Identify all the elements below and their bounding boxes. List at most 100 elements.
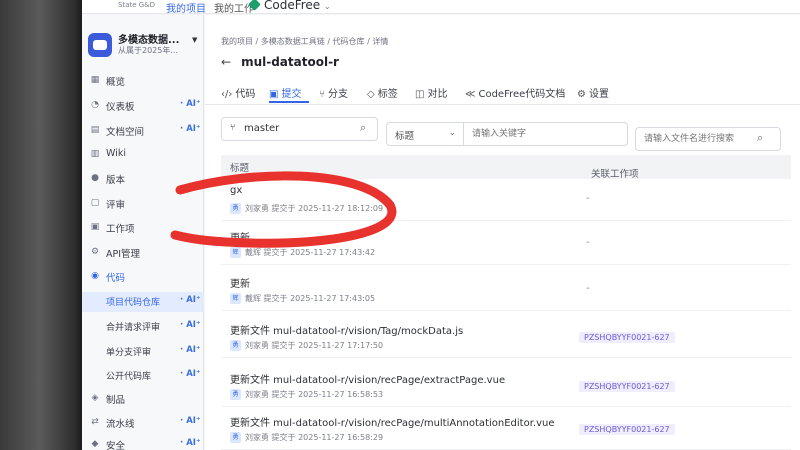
commit-title[interactable]: 更新 — [230, 229, 250, 244]
nav-my-work[interactable]: 我的工作 — [214, 0, 254, 15]
back-arrow-icon[interactable]: ← — [221, 55, 231, 69]
field-select-value: 标题 — [395, 131, 415, 142]
sidebar-item-wiki[interactable]: ▥ Wiki — [82, 145, 204, 165]
tab-code[interactable]: ‹/› 代码 — [221, 85, 255, 100]
document-icon: ▤ — [90, 125, 100, 135]
gear-icon: ⚙ — [577, 89, 586, 100]
sidebar-item-label: 仪表板 — [106, 102, 135, 113]
avatar: 勇 — [230, 389, 241, 400]
wiki-icon: ▥ — [90, 149, 100, 159]
sidebar-item-label: 文档空间 — [106, 127, 145, 138]
table-row[interactable]: 更新 辉戴辉 提交于 2025-11-27 17:43:05 - — [221, 271, 791, 311]
grid-icon: ▦ — [90, 75, 100, 85]
ai-badge: · AI⁺ — [180, 320, 201, 330]
nav-my-projects[interactable]: 我的项目 — [166, 0, 206, 15]
workitem-link[interactable]: PZSHQBYYF0021-627 — [579, 332, 675, 343]
sidebar-item-label: API管理 — [106, 249, 141, 260]
repo-name: mul-datatool-r — [241, 55, 339, 69]
branch-value: master — [244, 123, 280, 134]
ai-badge: · AI⁺ — [180, 99, 201, 109]
commit-icon: ▣ — [269, 89, 279, 100]
sidebar-item-branch-review[interactable]: 单分支评审 · AI⁺ — [82, 342, 204, 362]
chevron-down-icon: ⌄ — [449, 128, 456, 137]
sidebar-item-merge-review[interactable]: 合并请求评审 · AI⁺ — [82, 317, 204, 337]
sidebar-item-public-repos[interactable]: 公开代码库 · AI⁺ — [82, 366, 204, 386]
branch-icon: ⑂ — [319, 89, 325, 100]
tabs-divider — [205, 104, 800, 105]
ai-badge: · AI⁺ — [180, 438, 201, 448]
review-icon: ▢ — [90, 198, 100, 208]
sidebar-item-pipeline[interactable]: ⇄ 流水线 · AI⁺ — [82, 413, 204, 433]
sidebar-item-docs[interactable]: ▤ 文档空间 · AI⁺ — [82, 121, 204, 141]
codefree-menu[interactable]: CodeFree ⌄ — [248, 0, 331, 12]
commit-title[interactable]: 更新文件 mul-datatool-r/vision/recPage/extra… — [230, 371, 505, 386]
table-row[interactable]: gx 勇刘家勇 提交于 2025-11-27 18:12:09 - — [221, 181, 791, 221]
caret-down-icon: ▼ — [192, 36, 198, 44]
commit-meta: 辉戴辉 提交于 2025-11-27 17:43:05 — [230, 293, 375, 304]
tab-commits[interactable]: ▣ 提交 — [269, 85, 301, 100]
workitem-link[interactable]: PZSHQBYYF0021-627 — [579, 424, 675, 435]
commit-meta: 勇刘家勇 提交于 2025-11-27 16:58:53 — [230, 389, 383, 400]
column-header-workitem: 关联工作项 — [591, 169, 639, 180]
active-tab-indicator — [269, 101, 309, 103]
sidebar-item-review[interactable]: ▢ 评审 — [82, 194, 204, 214]
logo-subtitle: State G&D — [118, 1, 156, 9]
field-select[interactable]: 标题 ⌄ — [386, 122, 464, 146]
branch-selector[interactable]: ⑂ master ⌕ — [221, 117, 378, 141]
sidebar-item-label: 项目代码仓库 — [106, 298, 161, 308]
commit-title[interactable]: gx — [230, 185, 242, 196]
ai-badge: · AI⁺ — [180, 295, 201, 305]
sidebar-item-label: 安全 — [106, 441, 126, 450]
codefree-doc-icon: ≪ — [465, 89, 476, 100]
tab-codefree-docs[interactable]: ≪ CodeFree代码文档 — [465, 85, 565, 100]
sidebar: 多模态数据... 从属于2025年... ▼ ▦ 概览 ◔ 仪表板 · AI⁺ ▤ 文档… — [82, 15, 204, 450]
api-icon: ⚙ — [90, 247, 100, 257]
chevron-down-icon: ⌄ — [324, 2, 331, 11]
codefree-label: CodeFree — [264, 0, 321, 12]
project-switcher[interactable]: 多模态数据... 从属于2025年... ▼ — [88, 31, 200, 65]
sidebar-item-api[interactable]: ⚙ API管理 — [82, 243, 204, 263]
commit-title[interactable]: 更新文件 mul-datatool-r/vision/recPage/multi… — [230, 414, 554, 429]
sidebar-item-code[interactable]: ◉ 代码 — [82, 267, 204, 287]
sidebar-item-label: Wiki — [106, 148, 126, 159]
commit-title[interactable]: 更新文件 mul-datatool-r/vision/Tag/mockData.… — [230, 322, 463, 337]
tab-tags[interactable]: ◇ 标签 — [367, 85, 398, 100]
tab-branches[interactable]: ⑂ 分支 — [319, 85, 348, 100]
table-row[interactable]: 更新文件 mul-datatool-r/vision/recPage/multi… — [221, 410, 791, 450]
tab-compare[interactable]: ◫ 对比 — [415, 85, 447, 100]
page-title: ← mul-datatool-r — [221, 55, 339, 69]
sidebar-item-label: 评审 — [106, 200, 126, 211]
sidebar-item-dashboard[interactable]: ◔ 仪表板 · AI⁺ — [82, 96, 204, 116]
keyword-input[interactable] — [463, 122, 628, 146]
sidebar-item-label: 合并请求评审 — [106, 323, 161, 333]
top-nav-bar: State G&D 我的项目 我的工作 CodeFree ⌄ — [82, 0, 800, 15]
sidebar-item-version[interactable]: ● 版本 — [82, 169, 204, 189]
table-row[interactable]: 更新文件 mul-datatool-r/vision/recPage/extra… — [221, 367, 791, 407]
breadcrumb[interactable]: 我的项目 / 多模态数据工具链 / 代码仓库 / 详情 — [221, 36, 388, 47]
sidebar-item-label: 概览 — [106, 77, 126, 88]
table-row[interactable]: 更新 辉戴辉 提交于 2025-11-27 17:43:42 - — [221, 225, 791, 265]
commit-title[interactable]: 更新 — [230, 275, 250, 290]
sidebar-item-label: 工作项 — [106, 224, 135, 235]
dashboard-icon: ◔ — [91, 100, 99, 110]
avatar: 勇 — [230, 203, 241, 214]
search-icon[interactable]: ⌕ — [757, 131, 763, 145]
workitem-value: - — [586, 193, 590, 204]
sidebar-item-overview[interactable]: ▦ 概览 — [82, 71, 204, 91]
table-row[interactable]: 更新文件 mul-datatool-r/vision/Tag/mockData.… — [221, 318, 791, 358]
commit-meta: 勇刘家勇 提交于 2025-11-27 17:17:50 — [230, 340, 383, 351]
search-icon[interactable]: ⌕ — [360, 121, 366, 135]
code-icon: ‹/› — [221, 89, 233, 100]
avatar: 勇 — [230, 340, 241, 351]
sidebar-item-label: 公开代码库 — [106, 372, 152, 382]
workitem-value: - — [586, 283, 590, 294]
sidebar-item-label: 版本 — [106, 175, 126, 186]
sidebar-item-project-repos[interactable]: 项目代码仓库 · AI⁺ — [82, 292, 204, 312]
shield-icon: ◆ — [91, 439, 99, 449]
workitem-link[interactable]: PZSHQBYYF0021-627 — [579, 381, 675, 392]
sidebar-item-security[interactable]: ◆ 安全 · AI⁺ — [82, 435, 204, 450]
sidebar-item-artifact[interactable]: ◈ 制品 — [82, 389, 204, 409]
tab-settings[interactable]: ⚙ 设置 — [577, 85, 609, 100]
sidebar-item-workitem[interactable]: ▣ 工作项 — [82, 218, 204, 238]
project-owner: 从属于2025年... — [118, 46, 178, 55]
